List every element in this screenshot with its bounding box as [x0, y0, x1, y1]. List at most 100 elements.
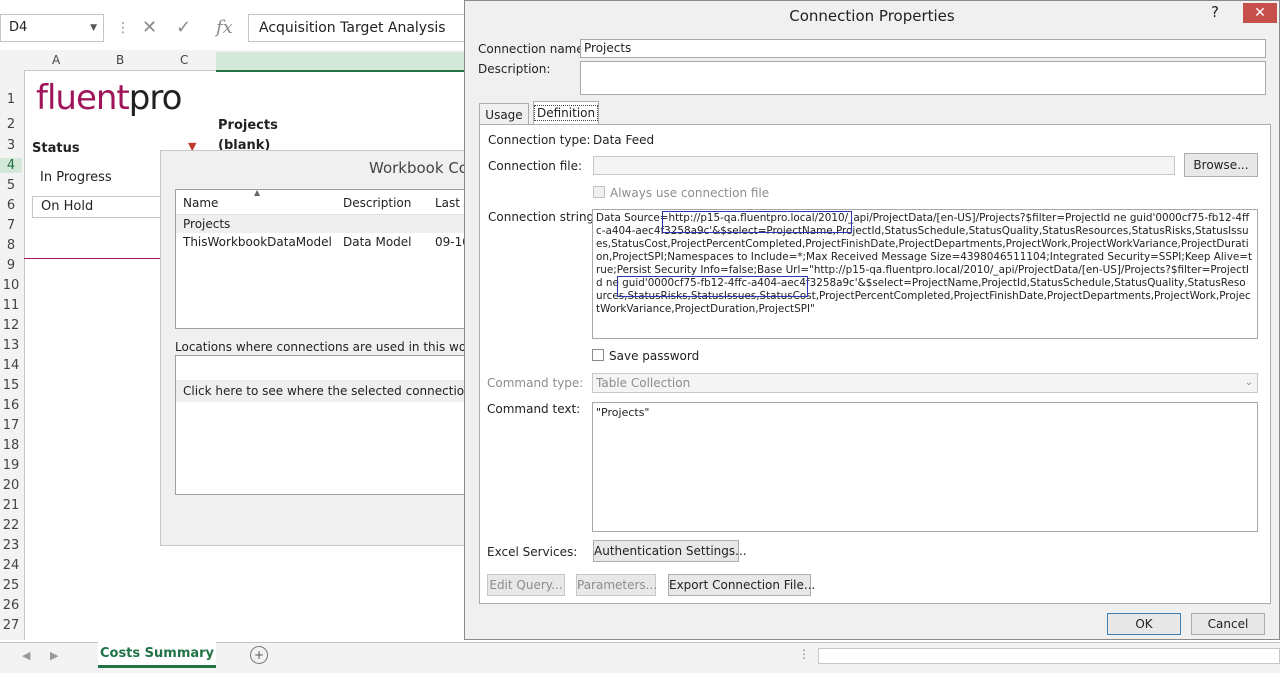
row-18[interactable]: 18 [0, 438, 22, 453]
connection-type-label: Connection type: [488, 133, 591, 147]
row-7[interactable]: 7 [0, 218, 22, 233]
connections-list[interactable]: Name ▲ Description Last R Projects ThisW… [175, 188, 477, 329]
column-a[interactable]: A [52, 50, 60, 70]
more-icon: ⋮ [798, 647, 810, 661]
row-1[interactable]: 1 [0, 92, 22, 107]
edit-query-button[interactable]: Edit Query... [487, 574, 565, 596]
name-box-value: D4 [9, 20, 28, 35]
connection-name-input[interactable]: Projects [580, 39, 1266, 58]
tab-definition-label: Definition [534, 105, 599, 121]
table-row[interactable]: ThisWorkbookDataModel Data Model 09-10 [176, 233, 476, 251]
connection-string-textarea[interactable]: Data Source=http://p15-qa.fluentpro.loca… [592, 209, 1258, 339]
row-27[interactable]: 27 [0, 618, 22, 633]
column-b[interactable]: B [116, 50, 124, 70]
row-name: Projects [183, 217, 231, 231]
column-name-header[interactable]: Name [183, 196, 218, 210]
command-type-select[interactable]: Table Collection ⌄ [592, 373, 1258, 393]
formula-input[interactable]: Acquisition Target Analysis [248, 14, 464, 42]
status-label: Status [32, 141, 80, 156]
close-icon[interactable]: ✕ [1243, 3, 1277, 23]
description-input[interactable] [580, 61, 1266, 95]
export-connection-file-button[interactable]: Export Connection File... [668, 574, 815, 596]
locations-label: Locations where connections are used in … [175, 340, 475, 354]
row-name: ThisWorkbookDataModel [183, 235, 332, 249]
cancel-button[interactable]: Cancel [1191, 613, 1265, 635]
row-2[interactable]: 2 [0, 117, 22, 132]
enter-icon[interactable]: ✓ [176, 14, 191, 42]
always-use-label: Always use connection file [610, 186, 770, 200]
row-6[interactable]: 6 [0, 198, 22, 213]
sheet-tab-costs-summary[interactable]: Costs Summary [98, 642, 216, 668]
row-19[interactable]: 19 [0, 458, 22, 473]
row-26[interactable]: 26 [0, 598, 22, 613]
row-12[interactable]: 12 [0, 318, 22, 333]
row-11[interactable]: 11 [0, 298, 22, 313]
workbook-connections-dialog: Workbook Con Name ▲ Description Last R P… [160, 150, 477, 546]
sort-icon: ▲ [254, 188, 261, 197]
chevron-down-icon[interactable]: ▼ [90, 15, 97, 41]
row-15[interactable]: 15 [0, 378, 22, 393]
add-sheet-icon[interactable]: + [250, 646, 268, 664]
row-13[interactable]: 13 [0, 338, 22, 353]
browse-button[interactable]: Browse... [1184, 153, 1258, 177]
slicer-item-on-hold[interactable]: On Hold [32, 196, 168, 218]
row-25[interactable]: 25 [0, 578, 22, 593]
row-4[interactable]: 4 [0, 158, 22, 173]
authentication-settings-button[interactable]: Authentication Settings... [593, 540, 747, 562]
cancel-icon[interactable]: ✕ [142, 14, 157, 42]
next-sheet-icon[interactable]: ▶ [50, 649, 58, 662]
row-5[interactable]: 5 [0, 178, 22, 193]
row-8[interactable]: 8 [0, 238, 22, 253]
function-icon[interactable]: fx [216, 14, 233, 42]
row-17[interactable]: 17 [0, 418, 22, 433]
column-header: A B C [0, 50, 464, 72]
tab-usage[interactable]: Usage [479, 103, 529, 125]
row-10[interactable]: 10 [0, 278, 22, 293]
column-description-header[interactable]: Description [343, 196, 411, 210]
row-14[interactable]: 14 [0, 358, 22, 373]
name-box[interactable]: D4 ▼ [0, 14, 104, 42]
locations-panel[interactable]: Click here to see where the selected con… [175, 355, 477, 495]
connection-string-label: Connection string: [488, 210, 599, 224]
locations-hint-row[interactable]: Click here to see where the selected con… [176, 380, 476, 402]
command-text-label: Command text: [487, 402, 581, 416]
command-text-textarea[interactable]: "Projects" [592, 402, 1258, 532]
fluentpro-logo: fluentpro [36, 78, 182, 118]
connection-properties-dialog: Connection Properties ? ✕ Connection nam… [464, 0, 1280, 640]
definition-panel: Connection type: Data Feed Connection fi… [479, 124, 1271, 604]
row-21[interactable]: 21 [0, 498, 22, 513]
connection-type-value: Data Feed [593, 133, 655, 147]
connection-name-label: Connection name: [478, 42, 588, 56]
column-c[interactable]: C [180, 50, 188, 70]
save-password-checkbox[interactable] [592, 349, 604, 361]
dialog-title: Connection Properties [789, 7, 955, 25]
row-20[interactable]: 20 [0, 478, 22, 493]
slicer-item-in-progress[interactable]: In Progress [32, 168, 168, 190]
divider [24, 258, 164, 259]
save-password-label: Save password [609, 349, 700, 363]
row-23[interactable]: 23 [0, 538, 22, 553]
workbook-connections-title: Workbook Con [369, 159, 478, 177]
row-9[interactable]: 9 [0, 258, 22, 273]
help-icon[interactable]: ? [1211, 3, 1219, 21]
projects-header: Projects [218, 118, 278, 133]
connection-file-input[interactable] [593, 156, 1175, 175]
tab-definition[interactable]: Definition [533, 101, 599, 125]
highlight-box [662, 211, 852, 233]
always-use-checkbox[interactable] [593, 186, 605, 198]
ok-button[interactable]: OK [1107, 613, 1181, 635]
parameters-button[interactable]: Parameters... [576, 574, 657, 596]
row-22[interactable]: 22 [0, 518, 22, 533]
row-16[interactable]: 16 [0, 398, 22, 413]
horizontal-scrollbar[interactable] [818, 648, 1280, 664]
table-row[interactable]: Projects [176, 215, 476, 233]
row-24[interactable]: 24 [0, 558, 22, 573]
chevron-down-icon: ⌄ [1244, 377, 1253, 388]
prev-sheet-icon[interactable]: ◀ [22, 649, 30, 662]
row-description: Data Model [343, 235, 412, 249]
column-d-selected[interactable] [216, 52, 464, 72]
row-3[interactable]: 3 [0, 138, 22, 153]
row-header: 1 2 3 4 5 6 7 8 9 10 11 12 13 14 15 16 1… [0, 70, 25, 640]
locations-hint: Click here to see where the selected con… [183, 384, 473, 398]
list-header: Name ▲ Description Last R [176, 188, 476, 215]
